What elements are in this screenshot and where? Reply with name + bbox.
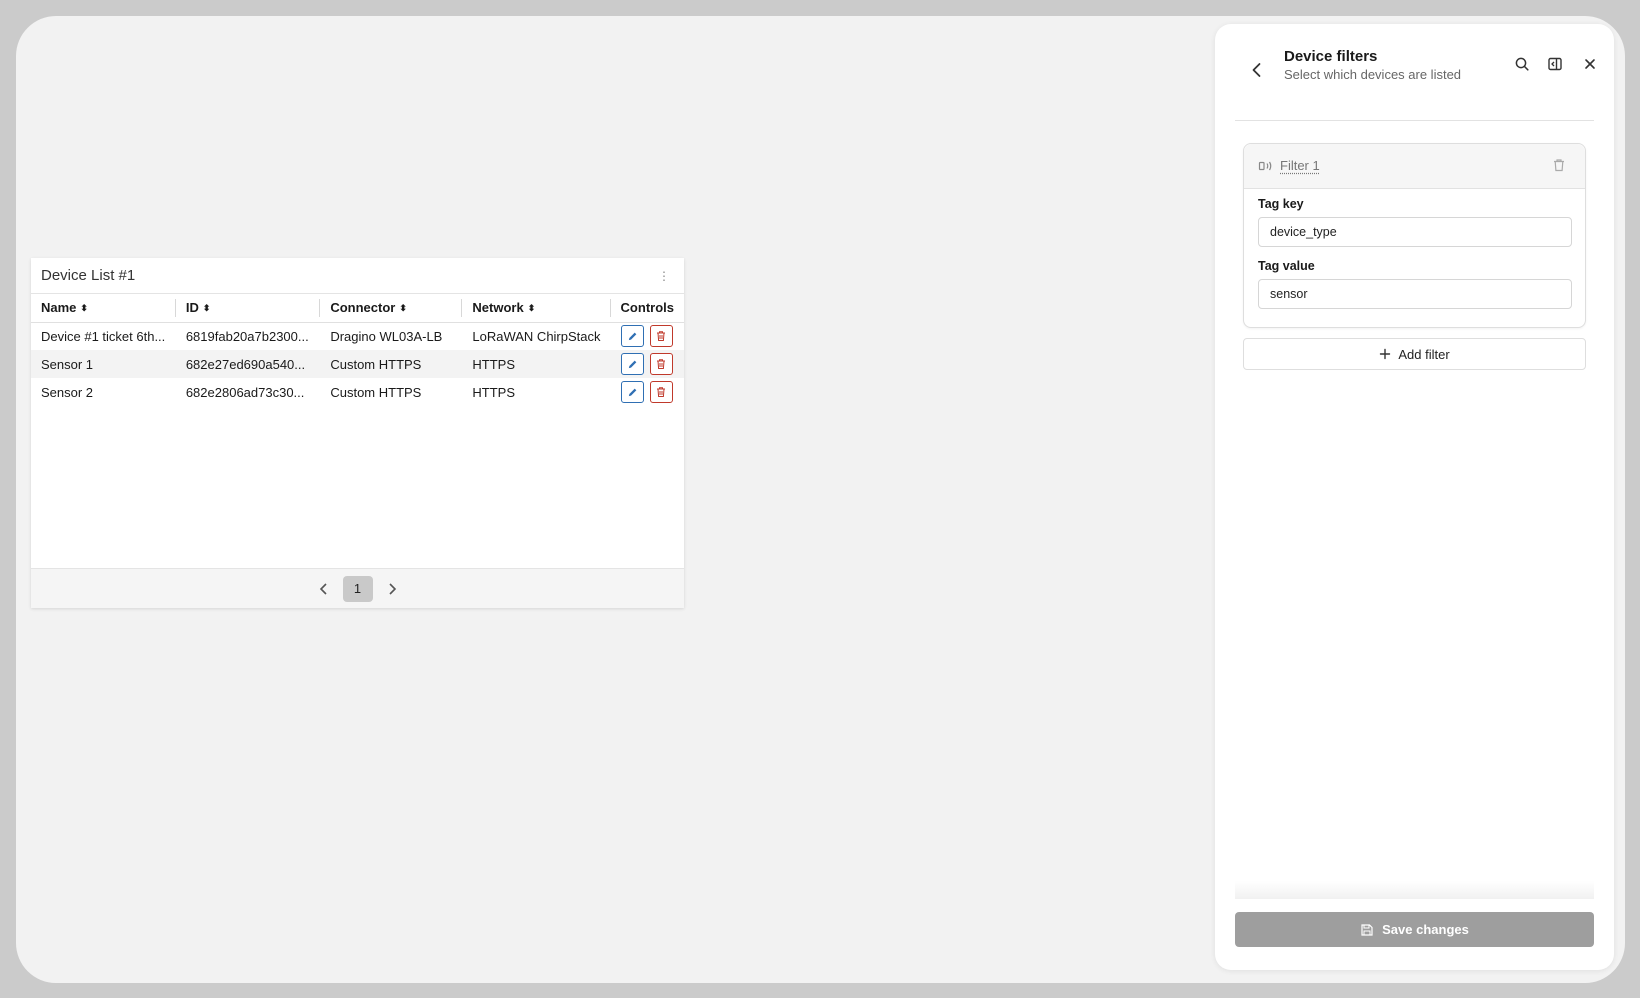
filter-name[interactable]: Filter 1: [1280, 158, 1320, 173]
next-page-button[interactable]: [383, 580, 401, 598]
tag-key-input[interactable]: [1258, 217, 1572, 247]
widget-header: Device List #1 ⋮: [31, 258, 684, 294]
panel-subtitle: Select which devices are listed: [1284, 67, 1462, 82]
table-row[interactable]: Sensor 2 682e2806ad73c30... Custom HTTPS…: [31, 378, 684, 406]
column-header-id[interactable]: ID ⬍: [175, 294, 321, 323]
back-button[interactable]: [1247, 60, 1267, 80]
app-frame: Device List #1 ⋮ Name ⬍ ID ⬍ Connector ⬍ Ne…: [16, 16, 1625, 983]
add-filter-button[interactable]: Add filter: [1243, 338, 1586, 370]
pencil-icon: [628, 332, 636, 340]
column-header-network[interactable]: Network ⬍: [462, 294, 611, 323]
widget-title: Device List #1: [41, 267, 136, 284]
dock-panel-button[interactable]: [1545, 54, 1565, 74]
column-header-controls: Controls: [610, 294, 684, 323]
cell-network: LoRaWAN ChirpStack: [472, 328, 601, 344]
plus-icon: [1380, 348, 1391, 360]
delete-button[interactable]: [649, 353, 673, 375]
device-signal-icon: [1258, 161, 1272, 171]
close-icon: [1585, 59, 1595, 69]
cell-network: HTTPS: [472, 356, 516, 372]
column-header-name[interactable]: Name ⬍: [31, 294, 176, 323]
delete-button[interactable]: [649, 381, 673, 403]
device-filters-panel: Device filters Select which devices are …: [1215, 24, 1614, 970]
cell-id: 6819fab20a7b2300...: [185, 328, 309, 344]
table-row[interactable]: Device #1 ticket 6th... 6819fab20a7b2300…: [31, 322, 684, 350]
previous-page-button[interactable]: [315, 580, 333, 598]
cell-controls: [611, 322, 684, 350]
edit-button[interactable]: [620, 325, 644, 348]
column-header-connector[interactable]: Connector ⬍: [320, 294, 463, 323]
cell-connector: Custom HTTPS: [330, 384, 422, 400]
column-label: Connector: [330, 300, 396, 316]
edit-button[interactable]: [620, 381, 644, 403]
cell-name: Sensor 2: [41, 384, 94, 400]
filter-card: Filter 1 Tag key Tag value: [1243, 143, 1586, 328]
panel-dock-icon: [1548, 57, 1562, 71]
device-list-widget: Device List #1 ⋮ Name ⬍ ID ⬍ Connector ⬍ Ne…: [31, 258, 684, 608]
panel-title: Device filters: [1284, 48, 1378, 65]
trash-icon: [657, 331, 666, 342]
panel-header: Device filters Select which devices are …: [1235, 24, 1595, 121]
trash-icon: [657, 387, 666, 397]
scroll-fade: [1235, 881, 1594, 899]
cell-connector: Custom HTTPS: [330, 356, 422, 372]
chevron-right-icon: [388, 582, 396, 595]
tag-key-label: Tag key: [1258, 197, 1304, 211]
pencil-icon: [628, 388, 636, 396]
device-table: Name ⬍ ID ⬍ Connector ⬍ Network ⬍ Controls D…: [31, 294, 684, 406]
close-button[interactable]: [1580, 54, 1600, 74]
sort-icon: ⬍: [80, 303, 88, 314]
chevron-left-icon: [319, 582, 327, 595]
trash-icon[interactable]: [1551, 157, 1567, 173]
tag-value-input[interactable]: [1258, 279, 1572, 309]
table-row[interactable]: Sensor 1 682e27ed690a540... Custom HTTPS…: [31, 350, 684, 378]
column-label: Name: [41, 300, 77, 316]
add-filter-label: Add filter: [1398, 346, 1450, 362]
kebab-icon[interactable]: ⋮: [658, 269, 670, 283]
pagination: 1: [31, 568, 684, 608]
column-label: Controls: [620, 300, 674, 316]
search-button[interactable]: [1512, 54, 1532, 74]
sort-icon: ⬍: [202, 303, 211, 314]
tag-value-label: Tag value: [1258, 259, 1315, 273]
filter-card-header: Filter 1: [1244, 144, 1585, 189]
trash-icon: [657, 359, 666, 369]
edit-button[interactable]: [620, 353, 644, 375]
sort-icon: ⬍: [527, 303, 536, 314]
cell-network: HTTPS: [472, 384, 516, 400]
column-label: ID: [185, 300, 199, 316]
column-label: Network: [472, 300, 524, 316]
cell-name: Sensor 1: [41, 356, 94, 372]
save-changes-label: Save changes: [1382, 922, 1469, 937]
cell-id: 682e27ed690a540...: [185, 356, 306, 372]
page-number-button[interactable]: 1: [342, 575, 373, 602]
save-changes-button[interactable]: Save changes: [1235, 912, 1594, 947]
save-icon: [1361, 923, 1373, 936]
cell-connector: Dragino WL03A-LB: [330, 328, 443, 344]
sort-icon: ⬍: [399, 303, 407, 314]
cell-controls: [611, 378, 684, 406]
cell-controls: [611, 350, 684, 378]
delete-button[interactable]: [649, 325, 673, 348]
cell-name: Device #1 ticket 6th...: [41, 328, 166, 344]
table-header-row: Name ⬍ ID ⬍ Connector ⬍ Network ⬍ Controls: [31, 294, 684, 323]
search-icon: [1515, 57, 1529, 71]
cell-id: 682e2806ad73c30...: [185, 384, 305, 400]
pencil-icon: [628, 360, 636, 368]
chevron-left-icon: [1252, 63, 1261, 77]
